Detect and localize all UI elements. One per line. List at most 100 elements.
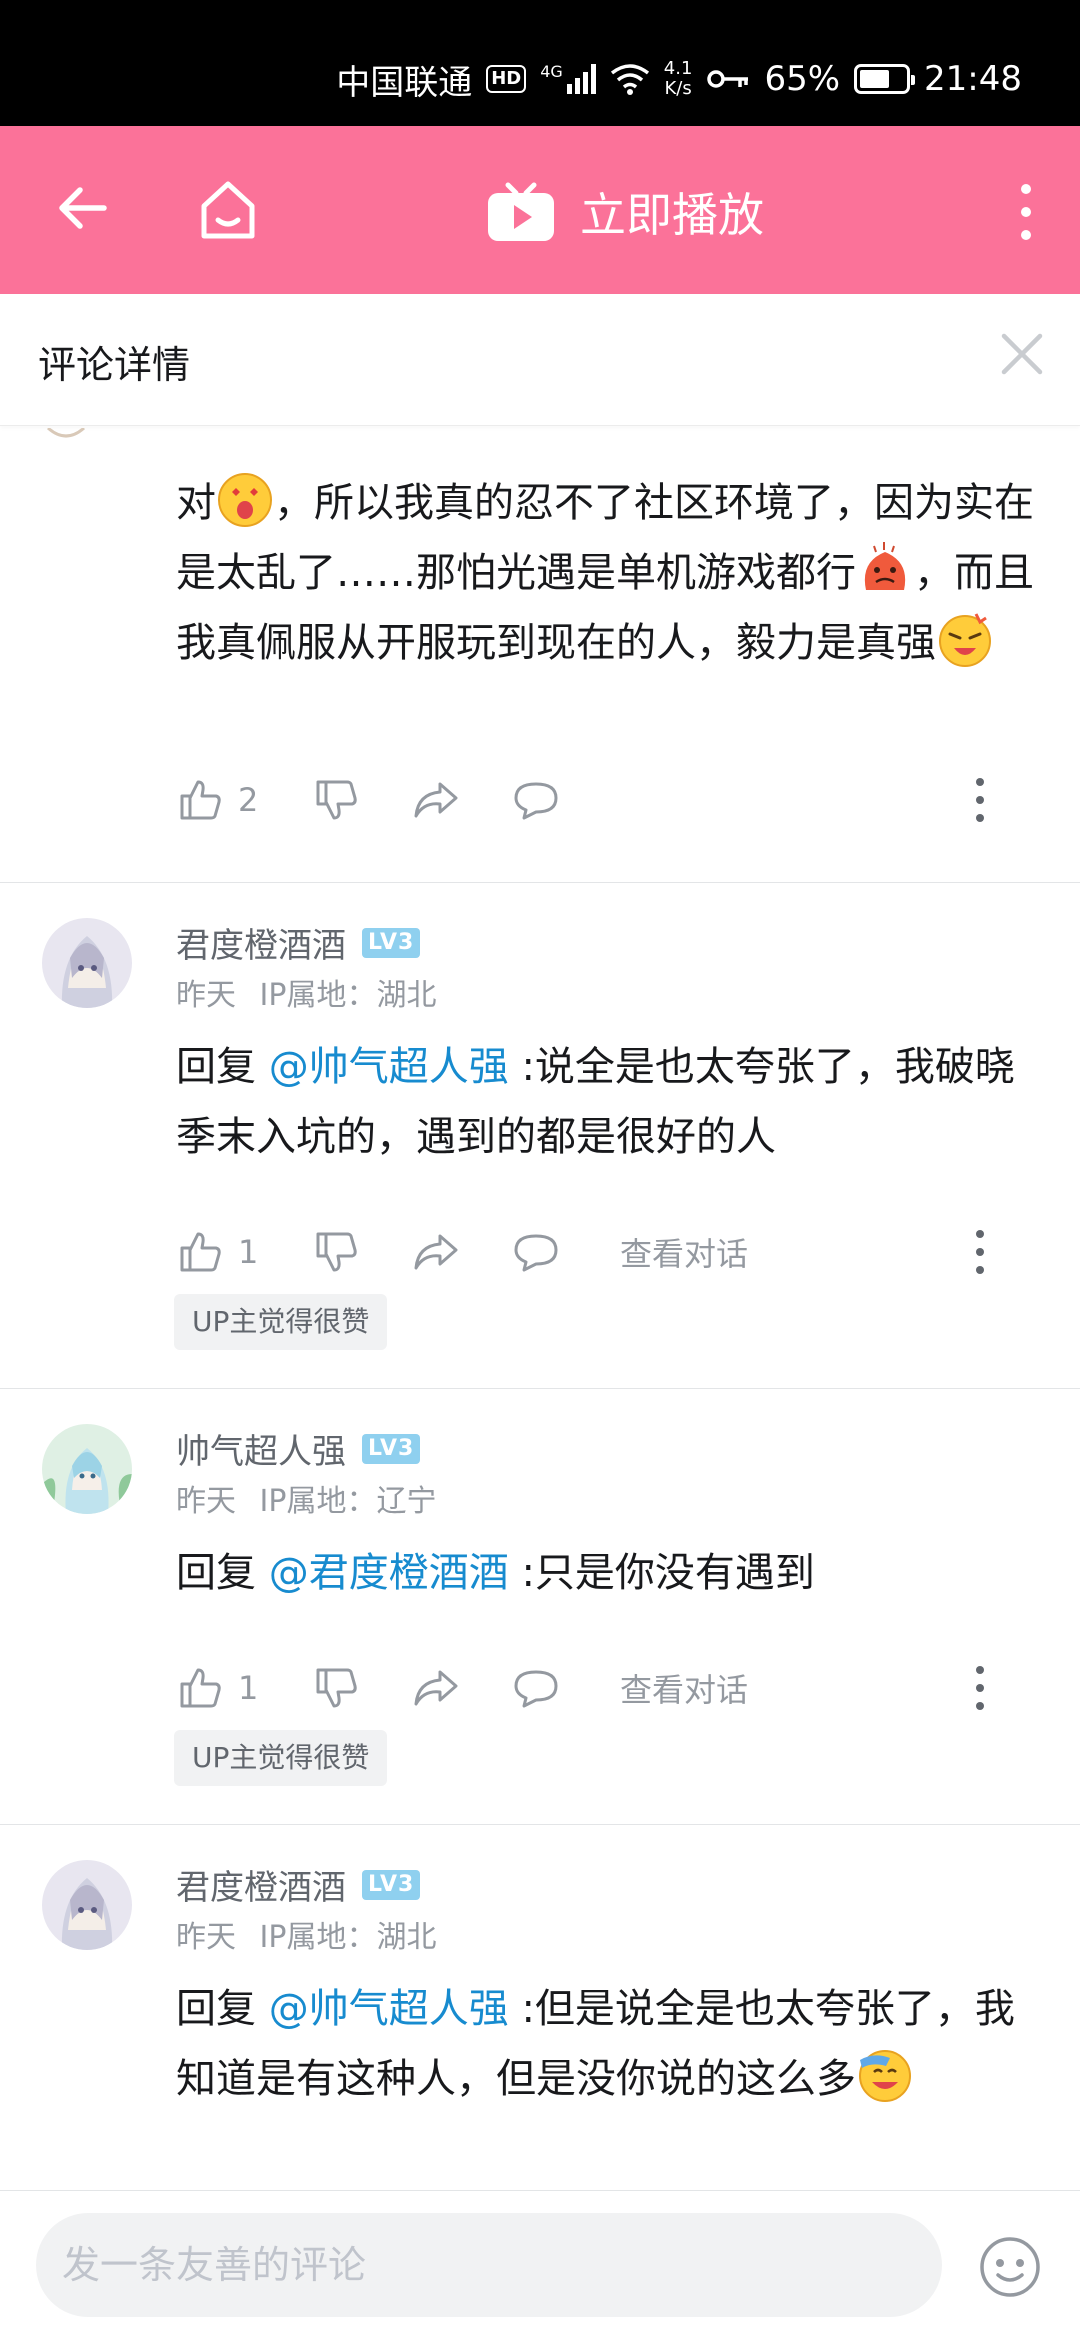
username[interactable]: 君度橙酒酒 (176, 918, 346, 967)
username-row: 君度橙酒酒 LV3 (176, 1860, 421, 1909)
play-now-label: 立即播放 (580, 188, 764, 242)
view-dialog-link[interactable]: 查看对话 (620, 1222, 748, 1282)
avatar[interactable] (42, 918, 132, 1008)
comment-actions: 1 查看对话 (176, 1222, 1036, 1282)
comment-time: 昨天 (176, 1484, 236, 1519)
level-badge: LV3 (362, 927, 421, 958)
ip-location: IP属地：辽宁 (259, 1484, 437, 1519)
chat-bubble-icon (514, 782, 558, 820)
comment-detail-header: 评论详情 (0, 294, 1080, 426)
comment-meta: 昨天 IP属地：湖北 (176, 970, 437, 1014)
comment-more-icon[interactable] (974, 778, 986, 822)
comment-meta: 昨天 IP属地：湖北 (176, 1912, 437, 1956)
like-button[interactable]: 1 (176, 1222, 258, 1282)
reply-button[interactable] (512, 770, 560, 830)
play-now-button[interactable]: 立即播放 (486, 180, 764, 244)
network-speed: 4.1 K/s (664, 59, 693, 99)
thumbs-up-icon (180, 780, 221, 820)
share-button[interactable] (412, 1222, 460, 1282)
avatar-remnant (47, 428, 85, 438)
thumbs-down-icon (316, 1668, 357, 1708)
battery-percent: 65% (764, 59, 841, 99)
level-badge: LV3 (362, 1869, 421, 1900)
shocked-emoji-icon (218, 473, 272, 527)
comment-more-icon[interactable] (974, 1230, 986, 1274)
thumbs-down-icon (316, 1232, 357, 1272)
app-bar: 立即播放 (0, 126, 1080, 294)
clock: 21:48 (924, 59, 1022, 99)
comment-actions: 2 (176, 770, 1036, 830)
battery-icon (854, 64, 916, 94)
network-type: 4G (540, 62, 563, 81)
comment-input[interactable] (36, 2213, 942, 2317)
comment-meta: 昨天 IP属地：辽宁 (176, 1476, 437, 1520)
username-row: 君度橙酒酒 LV3 (176, 918, 421, 967)
like-count: 1 (238, 1233, 259, 1271)
emoji-picker-icon[interactable] (978, 2235, 1042, 2299)
signal-icon: 4G (540, 64, 596, 94)
share-icon (414, 1670, 458, 1706)
hd-badge: HD (486, 65, 527, 93)
comment-actions: 1 查看对话 (176, 1658, 1036, 1718)
like-button[interactable]: 1 (176, 1658, 258, 1718)
crying-yell-emoji-icon (939, 613, 991, 667)
up-liked-badge: UP主觉得很赞 (174, 1294, 388, 1350)
chat-bubble-icon (514, 1670, 558, 1708)
avatar[interactable] (42, 1860, 132, 1950)
divider (0, 1824, 1080, 1825)
home-icon[interactable] (196, 176, 260, 244)
speed-unit: K/s (664, 78, 692, 99)
view-dialog-link[interactable]: 查看对话 (620, 1658, 748, 1718)
avatar[interactable] (42, 1424, 132, 1514)
more-options-icon[interactable] (1016, 184, 1036, 240)
reply-button[interactable] (512, 1222, 560, 1282)
ip-location: IP属地：湖北 (259, 1920, 437, 1955)
mention-link[interactable]: @帅气超人强 (269, 1986, 509, 2032)
key-icon (707, 70, 749, 88)
reply-button[interactable] (512, 1658, 560, 1718)
angry-blob-emoji-icon (864, 542, 906, 590)
close-icon[interactable] (998, 330, 1046, 378)
comment-time: 昨天 (176, 1920, 236, 1955)
ip-location: IP属地：湖北 (259, 978, 437, 1013)
comment-text: 回复 @君度橙酒酒 :只是你没有遇到 (176, 1550, 815, 1596)
thumbs-up-icon (180, 1232, 221, 1272)
comment-more-icon[interactable] (974, 1666, 986, 1710)
back-arrow-icon[interactable] (52, 176, 116, 240)
share-icon (414, 782, 458, 818)
comment-feed[interactable]: 对 ，所以我真的忍不了社区环境了，因为实在是太乱了……那怕光遇是单机游戏都行 ，… (0, 426, 1080, 2190)
carrier-label: 中国联通 (336, 62, 473, 103)
mention-link[interactable]: @君度橙酒酒 (269, 1550, 509, 1596)
panel-title: 评论详情 (38, 343, 191, 387)
comment-text: 回复 @帅气超人强 :但是说全是也太夸张了，我知道是有这种人，但是没你说的这么多 (176, 1986, 1015, 2102)
comment-text: 回复 @帅气超人强 :说全是也太夸张了，我破晓季末入坑的，遇到的都是很好的人 (176, 1044, 1015, 1160)
up-liked-badge: UP主觉得很赞 (174, 1730, 388, 1786)
laugh-cry-emoji-icon (859, 2050, 911, 2102)
thumbs-up-icon (180, 1668, 221, 1708)
comment-time: 昨天 (176, 978, 236, 1013)
username-row: 帅气超人强 LV3 (176, 1424, 421, 1473)
divider (0, 882, 1080, 883)
dislike-button[interactable] (312, 770, 360, 830)
speed-value: 4.1 (663, 58, 693, 79)
thumbs-down-icon (316, 780, 357, 820)
comment-text: 对 ，所以我真的忍不了社区环境了，因为实在是太乱了……那怕光遇是单机游戏都行 ，… (176, 468, 1036, 678)
share-button[interactable] (412, 770, 460, 830)
divider (0, 1388, 1080, 1389)
comment-input-bar (0, 2190, 1080, 2340)
like-button[interactable]: 2 (176, 770, 258, 830)
username[interactable]: 君度橙酒酒 (176, 1860, 346, 1909)
like-count: 2 (238, 781, 259, 819)
share-icon (414, 1234, 458, 1270)
username[interactable]: 帅气超人强 (176, 1424, 346, 1473)
like-count: 1 (238, 1669, 259, 1707)
level-badge: LV3 (362, 1433, 421, 1464)
status-bar: 中国联通 HD 4G 4.1 K/s 65% 21:48 (0, 0, 1080, 126)
dislike-button[interactable] (312, 1658, 360, 1718)
share-button[interactable] (412, 1658, 460, 1718)
dislike-button[interactable] (312, 1222, 360, 1282)
chat-bubble-icon (514, 1234, 558, 1272)
tv-play-icon (488, 182, 554, 241)
mention-link[interactable]: @帅气超人强 (269, 1044, 509, 1090)
wifi-icon (610, 64, 649, 95)
